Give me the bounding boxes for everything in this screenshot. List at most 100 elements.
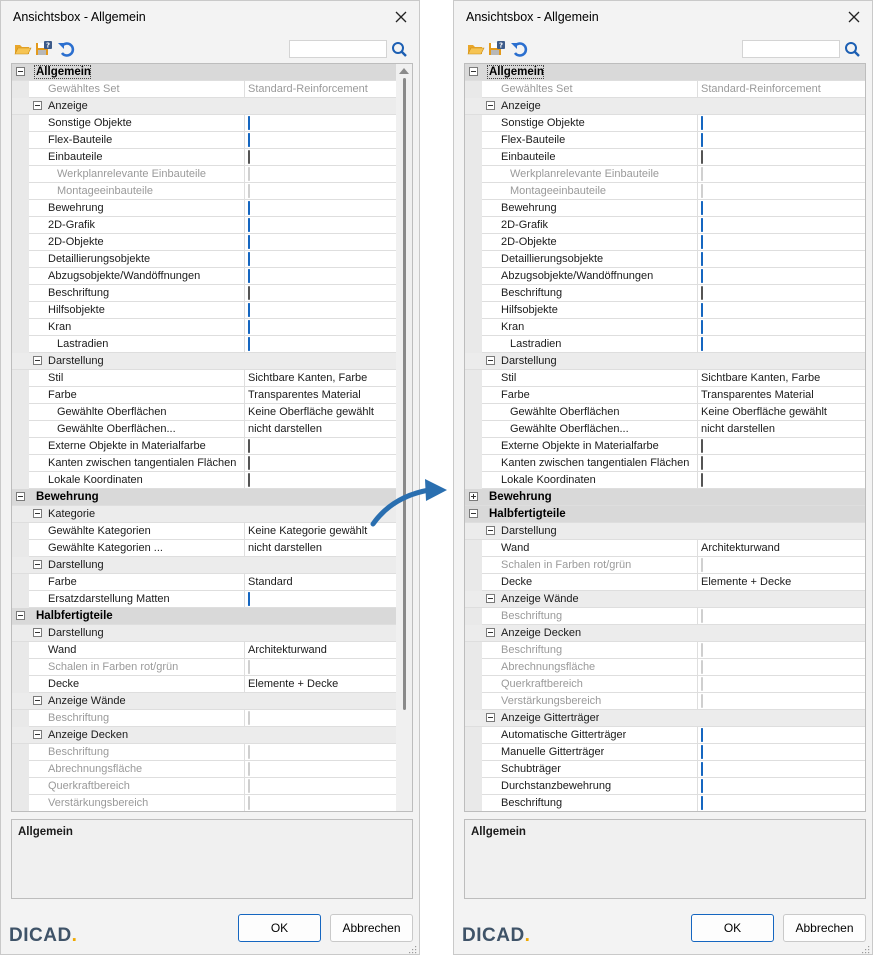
category-halbfertigteile[interactable]: Halbfertigteile — [465, 506, 865, 523]
property-row-externe-objekte-in-materialfarbe[interactable]: Externe Objekte in Materialfarbe — [12, 438, 396, 455]
property-value[interactable]: nicht darstellen — [248, 421, 322, 437]
property-checkbox[interactable] — [701, 456, 703, 470]
property-checkbox[interactable] — [701, 762, 703, 776]
property-row-lastradien[interactable]: Lastradien — [465, 336, 865, 353]
property-row-sonstige-objekte[interactable]: Sonstige Objekte — [12, 115, 396, 132]
property-value[interactable]: Transparentes Material — [701, 387, 814, 403]
property-checkbox[interactable] — [248, 456, 250, 470]
property-value[interactable]: nicht darstellen — [248, 540, 322, 556]
property-row-schubtraeger[interactable]: Schubträger — [465, 761, 865, 778]
collapse-icon[interactable] — [33, 101, 42, 110]
property-row-decke[interactable]: Decke Elemente + Decke — [12, 676, 396, 693]
property-checkbox[interactable] — [248, 337, 250, 351]
property-checkbox[interactable] — [701, 337, 703, 351]
property-checkbox[interactable] — [248, 303, 250, 317]
save-settings-icon[interactable]: ? — [487, 39, 507, 59]
collapse-icon[interactable] — [33, 356, 42, 365]
property-row-gewaehlte-oberflaechen[interactable]: Gewählte Oberflächen... nicht darstellen — [465, 421, 865, 438]
subcategory-anzeige[interactable]: Anzeige — [465, 98, 865, 115]
property-row-automatische-gittertraeger[interactable]: Automatische Gitterträger — [465, 727, 865, 744]
resize-grip-icon[interactable] — [861, 945, 870, 954]
property-checkbox[interactable] — [248, 320, 250, 334]
property-row-gewaehlte-kategorien[interactable]: Gewählte Kategorien ... nicht darstellen — [12, 540, 396, 557]
property-row-montageeinbauteile[interactable]: Montageeinbauteile — [465, 183, 865, 200]
property-row-verstaerkungsbereich[interactable]: Verstärkungsbereich — [12, 795, 396, 811]
property-row-hilfsobjekte[interactable]: Hilfsobjekte — [12, 302, 396, 319]
search-input[interactable] — [742, 40, 840, 58]
property-row-detaillierungsobjekte[interactable]: Detaillierungsobjekte — [465, 251, 865, 268]
property-row-kanten-zwischen-tangentialen-flaechen[interactable]: Kanten zwischen tangentialen Flächen — [465, 455, 865, 472]
collapse-icon[interactable] — [469, 67, 478, 76]
property-row-querkraftbereich[interactable]: Querkraftbereich — [12, 778, 396, 795]
property-checkbox[interactable] — [248, 133, 250, 147]
property-row-durchstanzbewehrung[interactable]: Durchstanzbewehrung — [465, 778, 865, 795]
property-row-gewaehlte-oberflaechen[interactable]: Gewählte Oberflächen Keine Oberfläche gew… — [465, 404, 865, 421]
property-row-lokale-koordinaten[interactable]: Lokale Koordinaten — [465, 472, 865, 489]
expand-icon[interactable] — [469, 492, 478, 501]
property-checkbox[interactable] — [701, 252, 703, 266]
property-checkbox[interactable] — [248, 439, 250, 453]
scroll-up-arrow-icon[interactable] — [399, 68, 409, 74]
property-value[interactable]: Keine Kategorie gewählt — [248, 523, 367, 539]
property-row-farbe[interactable]: Farbe Transparentes Material — [12, 387, 396, 404]
property-row-beschriftung[interactable]: Beschriftung — [12, 285, 396, 302]
property-value[interactable]: Architekturwand — [248, 642, 327, 658]
property-checkbox[interactable] — [701, 201, 703, 215]
subcategory-kategorie[interactable]: Kategorie — [12, 506, 396, 523]
property-row-einbauteile[interactable]: Einbauteile — [465, 149, 865, 166]
property-value[interactable]: Keine Oberfläche gewählt — [248, 404, 374, 420]
collapse-icon[interactable] — [33, 696, 42, 705]
collapse-icon[interactable] — [33, 509, 42, 518]
property-row-gewaehlte-kategorien[interactable]: Gewählte Kategorien Keine Kategorie gewäh… — [12, 523, 396, 540]
property-checkbox[interactable] — [701, 116, 703, 130]
property-checkbox[interactable] — [701, 779, 703, 793]
subcategory-anzeige-decken[interactable]: Anzeige Decken — [465, 625, 865, 642]
property-row-sonstige-objekte[interactable]: Sonstige Objekte — [465, 115, 865, 132]
property-checkbox[interactable] — [248, 269, 250, 283]
property-value[interactable]: Elemente + Decke — [701, 574, 791, 590]
property-row-wand[interactable]: Wand Architekturwand — [465, 540, 865, 557]
property-row-beschriftung[interactable]: Beschriftung — [465, 795, 865, 811]
property-row-2d-objekte[interactable]: 2D-Objekte — [465, 234, 865, 251]
property-checkbox[interactable] — [701, 235, 703, 249]
subcategory-anzeige-gittertraeger[interactable]: Anzeige Gitterträger — [465, 710, 865, 727]
property-row-werkplanrelevante-einbauteile[interactable]: Werkplanrelevante Einbauteile — [465, 166, 865, 183]
property-row-flex-bauteile[interactable]: Flex-Bauteile — [465, 132, 865, 149]
property-row-einbauteile[interactable]: Einbauteile — [12, 149, 396, 166]
property-checkbox[interactable] — [248, 473, 250, 487]
undo-icon[interactable] — [509, 39, 529, 59]
property-row-farbe[interactable]: Farbe Transparentes Material — [465, 387, 865, 404]
property-checkbox[interactable] — [701, 133, 703, 147]
ok-button[interactable]: OK — [691, 914, 774, 942]
property-row-ersatzdarstellung-matten[interactable]: Ersatzdarstellung Matten — [12, 591, 396, 608]
property-checkbox[interactable] — [248, 218, 250, 232]
property-value[interactable]: Elemente + Decke — [248, 676, 338, 692]
collapse-icon[interactable] — [486, 628, 495, 637]
property-row-hilfsobjekte[interactable]: Hilfsobjekte — [465, 302, 865, 319]
property-value[interactable]: Keine Oberfläche gewählt — [701, 404, 827, 420]
category-allgemein[interactable]: Allgemein — [12, 64, 396, 81]
property-row-detaillierungsobjekte[interactable]: Detaillierungsobjekte — [12, 251, 396, 268]
collapse-icon[interactable] — [469, 509, 478, 518]
property-checkbox[interactable] — [701, 303, 703, 317]
property-row-schalen-in-farben-rot-gruen[interactable]: Schalen in Farben rot/grün — [465, 557, 865, 574]
property-row-stil[interactable]: Stil Sichtbare Kanten, Farbe — [12, 370, 396, 387]
vertical-scrollbar[interactable] — [396, 64, 412, 811]
property-row-flex-bauteile[interactable]: Flex-Bauteile — [12, 132, 396, 149]
property-row-2d-grafik[interactable]: 2D-Grafik — [12, 217, 396, 234]
property-row-stil[interactable]: Stil Sichtbare Kanten, Farbe — [465, 370, 865, 387]
property-row-manuelle-gittertraeger[interactable]: Manuelle Gitterträger — [465, 744, 865, 761]
subcategory-darstellung[interactable]: Darstellung — [12, 625, 396, 642]
property-row-querkraftbereich[interactable]: Querkraftbereich — [465, 676, 865, 693]
cancel-button[interactable]: Abbrechen — [330, 914, 413, 942]
property-row-verstaerkungsbereich[interactable]: Verstärkungsbereich — [465, 693, 865, 710]
property-row-kanten-zwischen-tangentialen-flaechen[interactable]: Kanten zwischen tangentialen Flächen — [12, 455, 396, 472]
collapse-icon[interactable] — [486, 526, 495, 535]
property-value[interactable]: Sichtbare Kanten, Farbe — [248, 370, 367, 386]
property-value[interactable]: Sichtbare Kanten, Farbe — [701, 370, 820, 386]
property-row-gewaehlte-oberflaechen[interactable]: Gewählte Oberflächen Keine Oberfläche gew… — [12, 404, 396, 421]
property-checkbox[interactable] — [701, 150, 703, 164]
property-value[interactable]: Transparentes Material — [248, 387, 361, 403]
property-value[interactable]: Architekturwand — [701, 540, 780, 556]
subcategory-anzeige[interactable]: Anzeige — [12, 98, 396, 115]
